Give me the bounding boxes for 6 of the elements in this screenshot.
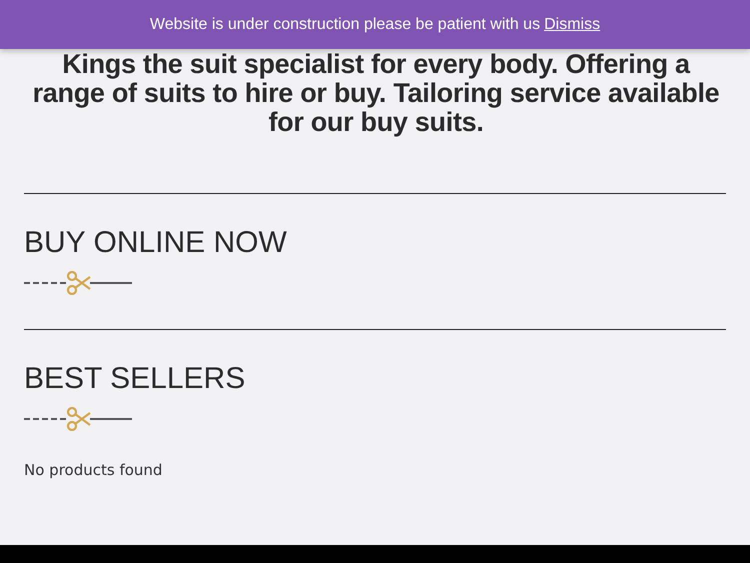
intro-text: Kings the suit specialist for every body. Offering a range of suits to hire or buy. Tailoring service available for our buy suits. — [32, 50, 720, 137]
empty-message: No products found — [24, 461, 164, 479]
dismiss-link[interactable]: Dismiss — [544, 16, 600, 34]
notice-message: Website is under construction please be patient with us — [150, 16, 540, 34]
section-heading: BEST SELLERS — [24, 363, 246, 395]
section-heading: BUY ONLINE NOW — [24, 227, 288, 259]
